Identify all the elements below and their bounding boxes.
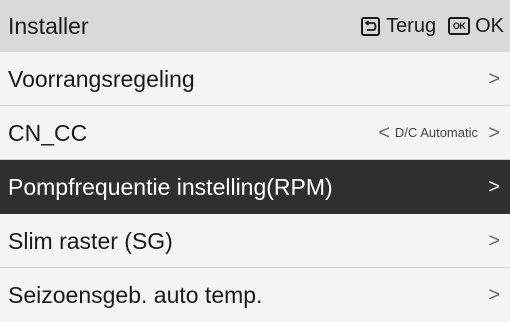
header-actions: Terug OK OK: [361, 0, 504, 52]
chevron-right-icon[interactable]: >: [488, 106, 500, 160]
menu-item-voorrangsregeling[interactable]: Voorrangsregeling >: [0, 52, 510, 106]
menu-item-label: Slim raster (SG): [8, 228, 173, 254]
menu-item-label: Voorrangsregeling: [8, 66, 195, 92]
back-button[interactable]: Terug: [386, 15, 436, 38]
menu-item-pompfrequentie[interactable]: Pompfrequentie instelling(RPM) >: [0, 160, 510, 214]
ok-button[interactable]: OK: [475, 15, 504, 38]
page-title: Installer: [8, 13, 89, 39]
chevron-right-icon: >: [488, 68, 500, 90]
installer-menu: Voorrangsregeling > CN_CC < D/C Automati…: [0, 52, 510, 308]
ok-key-icon[interactable]: OK: [448, 17, 471, 35]
menu-item-cn-cc[interactable]: CN_CC < D/C Automatic >: [0, 106, 510, 160]
menu-item-label: CN_CC: [8, 120, 88, 146]
menu-item-seizoensgeb[interactable]: Seizoensgeb. auto temp. >: [0, 268, 510, 308]
menu-item-slim-raster[interactable]: Slim raster (SG) >: [0, 214, 510, 268]
chevron-left-icon[interactable]: <: [378, 106, 390, 160]
chevron-right-icon: >: [488, 284, 500, 306]
header-bar: Installer Terug OK OK: [0, 0, 510, 52]
chevron-right-icon: >: [488, 230, 500, 252]
menu-item-label: Pompfrequentie instelling(RPM): [8, 174, 333, 200]
cn-cc-value: D/C Automatic: [394, 125, 478, 140]
menu-item-label: Seizoensgeb. auto temp.: [8, 282, 263, 308]
chevron-right-icon: >: [488, 176, 500, 198]
return-arrow-icon[interactable]: [361, 16, 381, 36]
